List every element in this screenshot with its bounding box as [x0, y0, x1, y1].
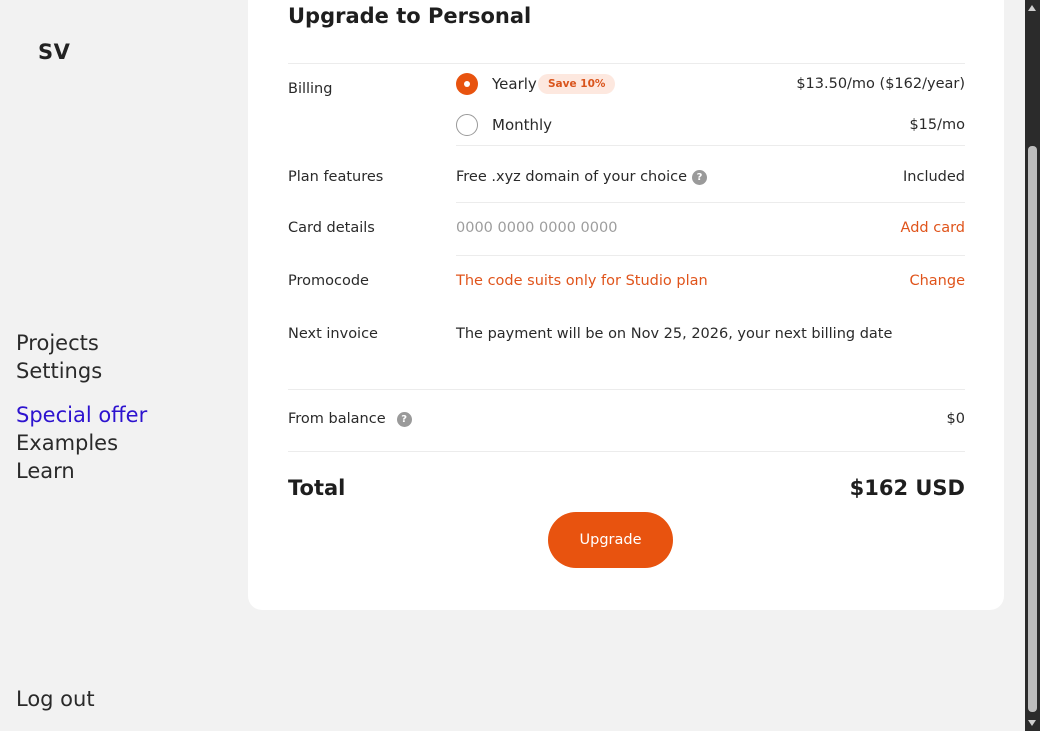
add-card-link[interactable]: Add card [901, 220, 965, 236]
yearly-price: $13.50/mo ($162/year) [796, 76, 965, 92]
next-invoice-text: The payment will be on Nov 25, 2026, you… [456, 326, 893, 342]
promocode-message: The code suits only for Studio plan [456, 273, 708, 289]
nav-settings[interactable]: Settings [16, 357, 102, 385]
change-promocode-link[interactable]: Change [909, 273, 965, 289]
yearly-radio[interactable] [456, 73, 478, 95]
scroll-up-arrow-icon[interactable] [1028, 5, 1036, 11]
monthly-label[interactable]: Monthly [492, 116, 552, 134]
next-invoice-label: Next invoice [288, 326, 378, 342]
divider [288, 451, 965, 452]
scrollbar-thumb[interactable] [1028, 146, 1037, 712]
divider [288, 63, 965, 64]
balance-value: $0 [946, 411, 965, 427]
card-number-placeholder[interactable]: 0000 0000 0000 0000 [456, 220, 617, 236]
nav-projects[interactable]: Projects [16, 329, 102, 357]
promocode-label: Promocode [288, 273, 369, 289]
scroll-down-arrow-icon[interactable] [1028, 720, 1036, 726]
from-balance-text: From balance [288, 411, 386, 427]
divider [288, 389, 965, 390]
plan-feature-value: Free .xyz domain of your choice? [456, 169, 708, 185]
nav-group-main: Projects Settings [16, 329, 102, 385]
nav-special-offer[interactable]: Special offer [16, 401, 147, 429]
total-label: Total [288, 476, 346, 500]
scrollbar[interactable] [1025, 0, 1040, 731]
nav-examples[interactable]: Examples [16, 429, 147, 457]
page-title: Upgrade to Personal [288, 4, 532, 28]
help-icon[interactable]: ? [396, 412, 412, 427]
upgrade-button[interactable]: Upgrade [548, 512, 673, 568]
monthly-radio[interactable] [456, 114, 478, 136]
card-details-label: Card details [288, 220, 375, 236]
logout-link[interactable]: Log out [16, 687, 95, 711]
help-icon[interactable]: ? [692, 170, 708, 185]
user-initials[interactable]: SV [38, 40, 70, 64]
total-amount: $162 USD [849, 476, 965, 500]
sidebar: SV Projects Settings Special offer Examp… [0, 0, 248, 731]
feature-included: Included [903, 169, 965, 185]
billing-label: Billing [288, 81, 333, 97]
plan-features-label: Plan features [288, 169, 384, 185]
plan-feature-text: Free .xyz domain of your choice [456, 169, 688, 185]
yearly-label[interactable]: Yearly [492, 75, 537, 93]
monthly-price: $15/mo [909, 117, 965, 133]
from-balance-label: From balance? [288, 411, 412, 427]
nav-learn[interactable]: Learn [16, 457, 147, 485]
nav-group-secondary: Special offer Examples Learn [16, 401, 147, 485]
divider [456, 202, 965, 203]
divider [456, 255, 965, 256]
save-badge: Save 10% [538, 74, 616, 94]
divider [456, 145, 965, 146]
checkout-card: Upgrade to Personal Billing Yearly Save … [248, 0, 1004, 610]
